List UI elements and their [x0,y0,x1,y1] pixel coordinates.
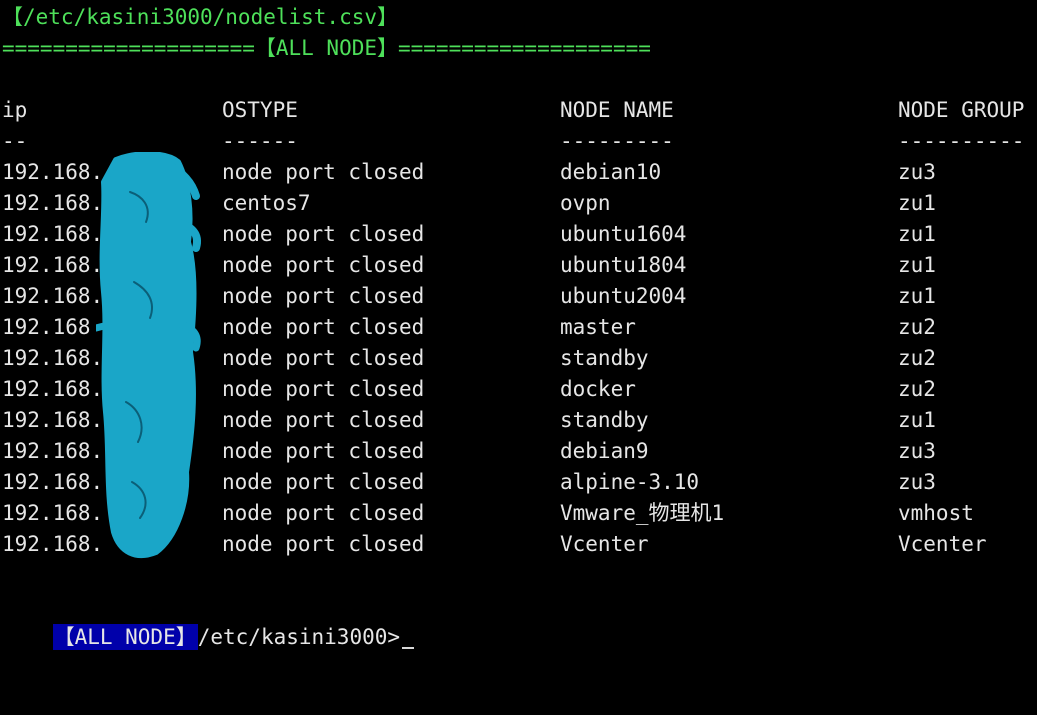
text-cursor [402,647,415,649]
cell-node-name: master [560,315,636,339]
cell-node-name: debian9 [560,439,649,463]
table-row: 192.168. node port closed Vmware_物理机1 vm… [2,498,1037,529]
table-separator-row: -- ------ --------- ---------- [2,126,1037,157]
table-row: 192.168. node port closed ubuntu1604 zu1 [2,219,1037,250]
cell-node-group: zu1 [898,253,936,277]
cell-node-group: zu1 [898,191,936,215]
cell-ip: 192.168. [2,501,104,525]
cell-node-name: Vmware_物理机1 [560,501,725,525]
table-row: 192.168. node port closed debian10 zu3 [2,157,1037,188]
cell-node-name: alpine-3.10 [560,470,700,494]
cell-ip: 192.168. [2,284,104,308]
cell-node-group: zu3 [898,470,936,494]
header-node-name: NODE NAME [560,98,674,122]
header-ip: ip [2,98,28,122]
prompt-path: /etc/kasini3000> [197,625,401,649]
cell-node-group: vmhost [898,501,974,525]
table-row: 192.168. node port closed standby zu1 [2,405,1037,436]
header-ostype: OSTYPE [222,98,298,122]
separator-node-group: ---------- [898,129,1025,153]
cell-ip: 192.168. [2,346,104,370]
separator-node-name: --------- [560,129,674,153]
cell-ip: 192.168. [2,532,104,556]
cell-ostype: node port closed [222,439,425,463]
cell-node-name: ubuntu2004 [560,284,687,308]
cell-ostype: node port closed [222,160,425,184]
cell-ostype: node port closed [222,377,425,401]
cell-node-group: zu2 [898,315,936,339]
banner-line: ====================【ALL NODE】==========… [2,36,651,60]
cell-node-name: ovpn [560,191,611,215]
cell-node-name: ubuntu1604 [560,222,687,246]
separator-ip: -- [2,129,28,153]
table-row: 192.168. centos7 ovpn zu1 [2,188,1037,219]
table-row: 192.168. node port closed alpine-3.10 zu… [2,467,1037,498]
prompt-line[interactable]: 【ALL NODE】/etc/kasini3000> [2,591,415,650]
cell-node-group: zu1 [898,284,936,308]
file-path-line: 【/etc/kasini3000/nodelist.csv】 [2,5,399,29]
cell-ip: 192.168. [2,222,104,246]
cell-ostype: node port closed [222,222,425,246]
cell-ostype: node port closed [222,532,425,556]
cell-ip: 192.168. [2,191,104,215]
cell-node-group: zu3 [898,160,936,184]
prompt-badge: 【ALL NODE】 [52,624,198,650]
cell-node-group: zu1 [898,222,936,246]
cell-ostype: node port closed [222,315,425,339]
cell-ostype: centos7 [222,191,311,215]
table-row: 192.168. node port closed debian9 zu3 [2,436,1037,467]
cell-ostype: node port closed [222,408,425,432]
separator-ostype: ------ [222,129,298,153]
cell-ip: 192.168. [2,253,104,277]
header-node-group: NODE GROUP [898,98,1025,122]
cell-node-group: zu1 [898,408,936,432]
cell-node-name: ubuntu1804 [560,253,687,277]
table-row: 192.168. node port closed docker zu2 [2,374,1037,405]
cell-node-group: zu3 [898,439,936,463]
table-row: 192.168. node port closed ubuntu2004 zu1 [2,281,1037,312]
cell-node-name: debian10 [560,160,662,184]
table-row: 192.168. node port closed Vcenter Vcente… [2,529,1037,560]
cell-node-group: Vcenter [898,532,987,556]
table-header-row: ip OSTYPE NODE NAME NODE GROUP [2,95,1037,126]
cell-ostype: node port closed [222,501,425,525]
cell-node-name: Vcenter [560,532,649,556]
cell-ostype: node port closed [222,470,425,494]
cell-ip: 192.168. [2,470,104,494]
cell-node-group: zu2 [898,346,936,370]
cell-node-name: standby [560,408,649,432]
cell-ip: 192.168. [2,439,104,463]
cell-ip: 192.168. [2,408,104,432]
cell-ostype: node port closed [222,253,425,277]
cell-node-group: zu2 [898,377,936,401]
cell-ostype: node port closed [222,346,425,370]
table-row: 192.168. node port closed standby zu2 [2,343,1037,374]
cell-node-name: standby [560,346,649,370]
cell-ip: 192.168. [2,160,104,184]
table-row: 192.168 node port closed master zu2 [2,312,1037,343]
cell-ip: 192.168 [2,315,91,339]
cell-ostype: node port closed [222,284,425,308]
table-row: 192.168. node port closed ubuntu1804 zu1 [2,250,1037,281]
cell-ip: 192.168. [2,377,104,401]
cell-node-name: docker [560,377,636,401]
